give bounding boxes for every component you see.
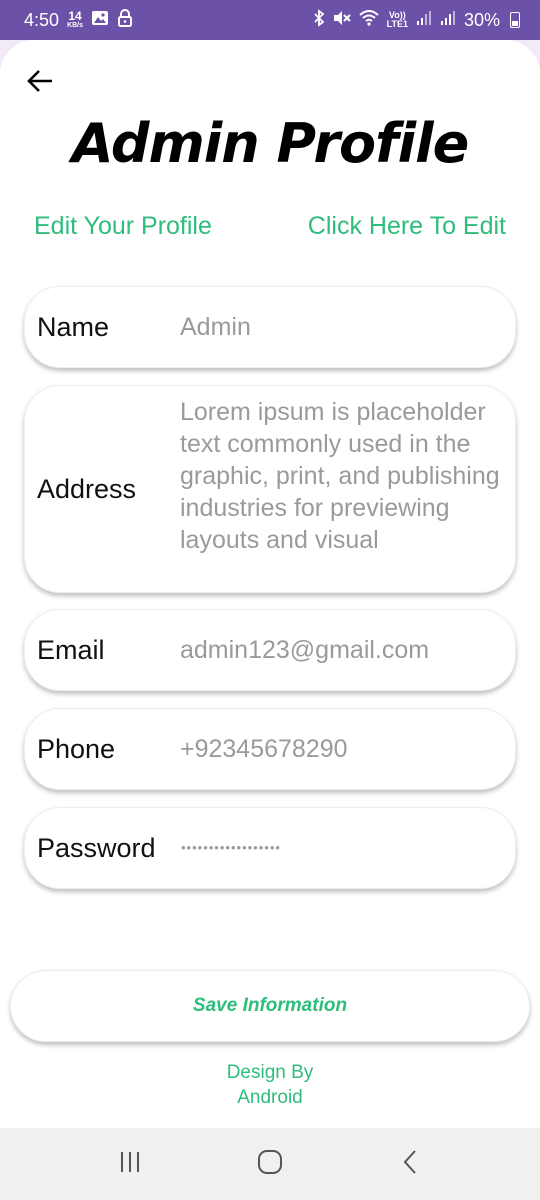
design-credit: Design By Android: [0, 1060, 540, 1110]
back-button[interactable]: [22, 68, 58, 98]
home-button[interactable]: [240, 1134, 300, 1194]
password-label: Password: [37, 832, 156, 863]
home-icon: [257, 1149, 283, 1180]
network-speed-unit: KB/s: [67, 21, 83, 29]
back-arrow-icon: [26, 69, 54, 98]
name-label: Name: [37, 311, 110, 342]
edit-row: Edit Your Profile Click Here To Edit: [34, 212, 506, 241]
system-nav-bar: [0, 1128, 540, 1200]
wifi-icon: [358, 9, 379, 31]
network-speed: 14 KB/s: [67, 8, 83, 30]
status-time: 4:50: [24, 9, 60, 30]
volte-bottom: LTE1: [386, 19, 408, 29]
mute-icon: [333, 10, 351, 31]
email-value[interactable]: admin123@gmail.com: [180, 634, 511, 666]
image-icon: [91, 10, 109, 31]
recents-button[interactable]: [100, 1134, 160, 1194]
battery-icon: [510, 12, 520, 28]
email-label: Email: [37, 634, 105, 665]
page-title: Admin Profile: [71, 112, 470, 175]
email-field[interactable]: Email admin123@gmail.com: [24, 609, 516, 691]
address-label: Address: [37, 473, 137, 504]
phone-label: Phone: [37, 733, 116, 764]
address-field[interactable]: Address Lorem ipsum is placeholder text …: [24, 385, 516, 593]
signal-icon: [416, 10, 432, 31]
credit-line-2: Android: [237, 1087, 303, 1108]
credit-line-1: Design By: [226, 1062, 314, 1083]
name-value[interactable]: Admin: [180, 311, 511, 343]
battery-percent: 30%: [463, 9, 500, 30]
recents-icon: [118, 1151, 142, 1178]
phone-field[interactable]: Phone +92345678290: [24, 708, 516, 790]
name-field[interactable]: Name Admin: [24, 286, 516, 368]
password-value[interactable]: ••••••••••••••••••: [181, 832, 511, 864]
back-icon: [402, 1149, 418, 1180]
network-speed-value: 14: [68, 8, 82, 23]
address-value[interactable]: Lorem ipsum is placeholder text commonly…: [180, 396, 511, 556]
click-to-edit-link[interactable]: Click Here To Edit: [308, 212, 506, 241]
signal-icon: [440, 10, 456, 31]
nav-back-button[interactable]: [380, 1134, 440, 1194]
lock-icon: [117, 8, 133, 32]
status-bar-left: 4:50 14 KB/s: [24, 8, 133, 32]
phone-value[interactable]: +92345678290: [180, 733, 511, 765]
save-information-button[interactable]: Save Information: [10, 970, 530, 1042]
bluetooth-icon: [313, 8, 325, 32]
status-bar: 4:50 14 KB/s Vo)) LTE1 30%: [0, 0, 540, 40]
password-field[interactable]: Password ••••••••••••••••••: [24, 807, 516, 889]
profile-card: Admin Profile Edit Your Profile Click He…: [0, 40, 540, 1128]
volte-indicator: Vo)) LTE1: [387, 11, 408, 29]
status-bar-right: Vo)) LTE1 30%: [313, 8, 520, 32]
edit-profile-label: Edit Your Profile: [34, 212, 212, 240]
